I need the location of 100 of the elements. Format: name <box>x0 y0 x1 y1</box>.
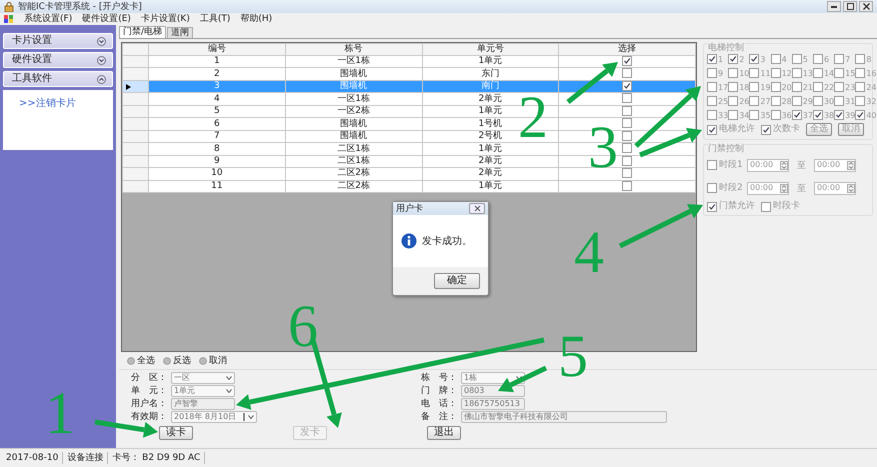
lock-icon <box>4 2 14 12</box>
table-cell: 一区1栋 <box>285 56 422 68</box>
spinner-icon <box>847 160 855 170</box>
table-cell: 8 <box>148 142 286 156</box>
checkbox-label: 33 <box>718 110 728 120</box>
checkbox-label: 时段2 <box>719 182 743 194</box>
caret-icon <box>248 415 254 419</box>
dialog-title: 用户卡 <box>396 202 423 215</box>
date-field[interactable]: 2018年 8月10日 <box>171 411 257 423</box>
checkbox-label: 28 <box>782 96 792 106</box>
caret-icon <box>226 376 232 380</box>
checkbox-label: 29 <box>802 96 813 106</box>
radio-label[interactable]: 取消 <box>209 354 227 367</box>
column-header: 选择 <box>558 44 696 56</box>
radio-label[interactable]: 全选 <box>137 354 155 367</box>
group-label: 硬件设置 <box>12 54 52 66</box>
close-button[interactable] <box>469 203 485 214</box>
checkbox-label: 18 <box>739 82 750 92</box>
checkbox-label: 17 <box>718 82 728 92</box>
input-field[interactable]: 佛山市智擎电子科技有限公司 <box>461 411 667 423</box>
table-cell: 一区1栋 <box>285 92 422 106</box>
checkbox[interactable] <box>622 130 632 141</box>
sidebar-group[interactable]: 工具软件 <box>3 71 113 87</box>
checkbox[interactable] <box>622 68 632 78</box>
checkbox[interactable] <box>622 168 632 178</box>
checkbox[interactable] <box>622 180 632 191</box>
field-label: 栋 号： <box>421 372 458 384</box>
menu-item[interactable]: 帮助(H) <box>240 14 272 24</box>
table-cell: 围墙机 <box>285 68 422 80</box>
close-icon <box>474 205 480 212</box>
table-cell: 二区2栋 <box>285 168 422 180</box>
checkbox-label: 37 <box>802 110 813 120</box>
sidebar-group[interactable]: 卡片设置 <box>3 33 113 49</box>
radio-label[interactable]: 反选 <box>173 354 191 367</box>
caret-icon <box>226 389 232 393</box>
menu-item[interactable]: 卡片设置(K) <box>140 14 190 24</box>
checkbox-label: 7 <box>845 54 850 64</box>
action-button[interactable]: 读卡 <box>159 426 193 440</box>
separator-label: 至 <box>796 160 807 172</box>
input-field[interactable]: 卢智擎 <box>171 398 235 410</box>
checkbox[interactable] <box>622 156 632 166</box>
annotation-number: 6 <box>288 293 318 359</box>
checkbox-label: 4 <box>782 54 787 64</box>
sidebar-link[interactable]: >>注销卡片 <box>19 98 76 109</box>
menu-item[interactable]: 硬件设置(E) <box>82 14 131 24</box>
menu-item[interactable]: 系统设置(F) <box>24 14 72 24</box>
checkbox-label: 2 <box>739 54 744 64</box>
separator-label: 至 <box>796 182 807 194</box>
tab[interactable]: 门禁/电梯 <box>119 26 166 38</box>
checkbox[interactable] <box>622 56 632 66</box>
action-button[interactable]: 退出 <box>427 426 461 440</box>
checkbox[interactable] <box>622 118 632 128</box>
checkbox-label: 13 <box>802 68 813 78</box>
input-field[interactable]: 18675750513 <box>461 398 525 410</box>
table-cell: 1 <box>148 56 286 68</box>
dropdown-field[interactable]: 一区 <box>171 372 235 384</box>
minimize-button[interactable] <box>827 1 841 12</box>
checkbox[interactable] <box>622 106 632 116</box>
window-title: 智能IC卡管理系统 - [开户发卡] <box>18 0 142 12</box>
annotation-arrow <box>94 420 158 438</box>
dropdown-field[interactable]: 1单元 <box>171 385 235 397</box>
row-header[interactable] <box>122 80 148 93</box>
checkbox-label: 11 <box>760 68 771 78</box>
annotation-number: 3 <box>588 114 618 180</box>
field-label: 用户名： <box>131 398 168 410</box>
checkbox-label: 19 <box>760 82 771 92</box>
caret-icon <box>516 376 522 380</box>
checkbox-label: 8 <box>866 54 872 64</box>
row-pointer-icon <box>126 84 131 90</box>
info-icon <box>401 233 417 249</box>
table-cell: 2 <box>148 68 286 80</box>
app-menu-icon <box>4 14 14 24</box>
checkbox-label: 32 <box>866 96 876 106</box>
table-cell: 1单元 <box>422 56 559 68</box>
checkbox-label: 39 <box>845 110 856 120</box>
status-text: 2017-08-10 <box>2 452 64 464</box>
table-cell: 二区1栋 <box>285 155 422 168</box>
checkbox-label: 时段卡 <box>773 201 800 212</box>
menu-item[interactable]: 工具(T) <box>200 14 230 24</box>
table-cell: 5 <box>148 105 286 118</box>
table-cell: 南门 <box>422 80 559 93</box>
close-button[interactable] <box>859 1 873 12</box>
checkbox[interactable] <box>622 80 632 91</box>
column-header: 栋号 <box>285 44 422 56</box>
checkbox[interactable] <box>622 143 632 154</box>
field-label: 分 区： <box>131 372 168 384</box>
table-cell: 1单元 <box>422 142 559 156</box>
ok-button[interactable]: 确定 <box>434 273 480 289</box>
table-cell: 2单元 <box>422 168 559 180</box>
sidebar-group[interactable]: 硬件设置 <box>3 52 113 68</box>
checkbox-label: 35 <box>760 110 771 120</box>
table-cell: 围墙机 <box>285 130 422 143</box>
tab[interactable]: 道闸 <box>167 27 194 38</box>
table-cell: 围墙机 <box>285 80 422 93</box>
table-cell: 3 <box>148 80 286 93</box>
checkbox-label: 电梯允许 <box>719 124 755 135</box>
row-header <box>122 44 148 56</box>
maximize-button[interactable] <box>843 1 857 12</box>
checkbox[interactable] <box>622 93 632 104</box>
annotation-arrow <box>566 62 618 104</box>
